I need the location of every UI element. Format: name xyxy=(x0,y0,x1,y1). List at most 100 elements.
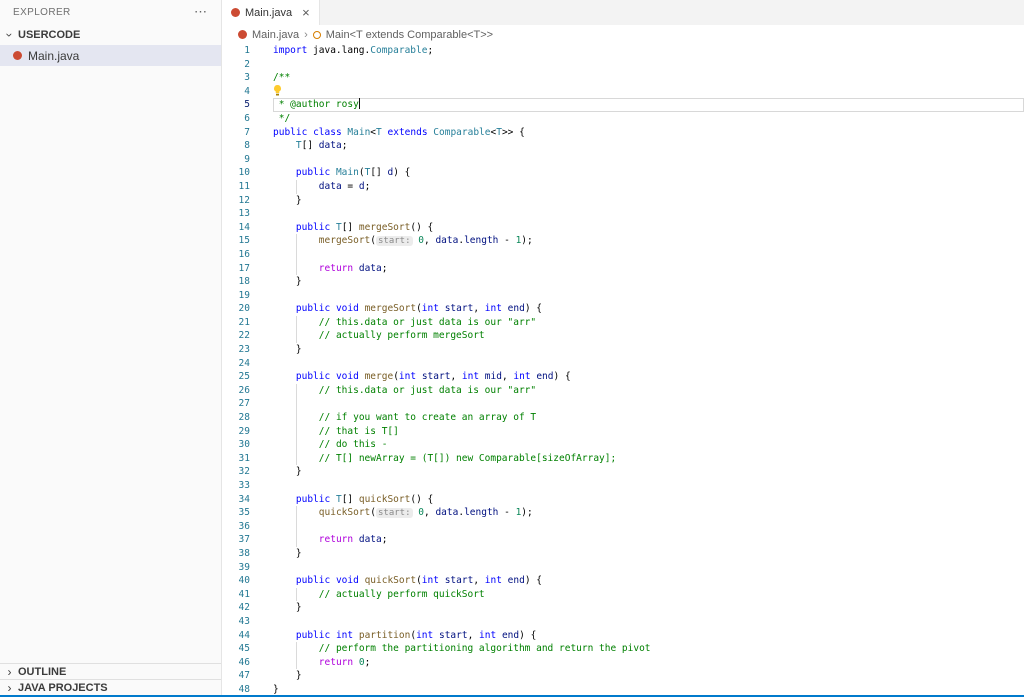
code-line-15[interactable]: 15 mergeSort(start: 0, data.length - 1); xyxy=(222,234,1024,248)
code-line-31[interactable]: 31 // T[] newArray = (T[]) new Comparabl… xyxy=(222,452,1024,466)
code-line-39[interactable]: 39 xyxy=(222,561,1024,575)
code-line-14[interactable]: 14 public T[] mergeSort() { xyxy=(222,221,1024,235)
code-line-38[interactable]: 38 } xyxy=(222,547,1024,561)
code-token: import xyxy=(273,45,307,56)
code-line-7[interactable]: 7public class Main<T extends Comparable<… xyxy=(222,126,1024,140)
code-line-30[interactable]: 30 // do this - xyxy=(222,438,1024,452)
line-content: } xyxy=(273,194,1024,208)
code-line-26[interactable]: 26 // this.data or just data is our "arr… xyxy=(222,384,1024,398)
breadcrumb-symbol[interactable]: Main<T extends Comparable<T>> xyxy=(326,29,493,41)
indent-guide xyxy=(273,221,296,235)
code-line-25[interactable]: 25 public void merge(int start, int mid,… xyxy=(222,370,1024,384)
code-line-42[interactable]: 42 } xyxy=(222,601,1024,615)
lightbulb-icon[interactable] xyxy=(273,85,282,96)
code-line-16[interactable]: 16 xyxy=(222,248,1024,262)
code-line-45[interactable]: 45 // perform the partitioning algorithm… xyxy=(222,642,1024,656)
code-token: } xyxy=(296,548,302,559)
code-line-28[interactable]: 28 // if you want to create an array of … xyxy=(222,411,1024,425)
line-content: // perform the partitioning algorithm an… xyxy=(273,642,1024,656)
code-line-27[interactable]: 27 xyxy=(222,397,1024,411)
code-line-10[interactable]: 10 public Main(T[] d) { xyxy=(222,166,1024,180)
code-line-32[interactable]: 32 } xyxy=(222,465,1024,479)
code-line-22[interactable]: 22 // actually perform mergeSort xyxy=(222,329,1024,343)
sidebar-section-usercode[interactable]: › USERCODE xyxy=(0,24,221,45)
code-token: // perform the partitioning algorithm an… xyxy=(319,643,651,654)
code-line-11[interactable]: 11 data = d; xyxy=(222,180,1024,194)
line-number: 36 xyxy=(222,520,250,534)
code-token: quickSort xyxy=(319,507,370,518)
line-content: // this.data or just data is our "arr" xyxy=(273,384,1024,398)
code-line-33[interactable]: 33 xyxy=(222,479,1024,493)
code-line-20[interactable]: 20 public void mergeSort(int start, int … xyxy=(222,302,1024,316)
code-line-9[interactable]: 9 xyxy=(222,153,1024,167)
sidebar-section-outline[interactable]: › OUTLINE xyxy=(0,663,221,679)
code-token: start xyxy=(439,630,468,641)
code-token: int xyxy=(462,371,479,382)
more-actions-icon[interactable]: ⋯ xyxy=(194,7,207,17)
code-line-12[interactable]: 12 } xyxy=(222,194,1024,208)
line-content xyxy=(273,153,1024,167)
code-line-34[interactable]: 34 public T[] quickSort() { xyxy=(222,493,1024,507)
code-line-8[interactable]: 8 T[] data; xyxy=(222,139,1024,153)
line-number: 3 xyxy=(222,71,250,85)
line-content: public void quickSort(int start, int end… xyxy=(273,574,1024,588)
line-content xyxy=(273,207,1024,221)
code-line-4[interactable]: 4 xyxy=(222,85,1024,99)
line-content: // this.data or just data is our "arr" xyxy=(273,316,1024,330)
code-line-35[interactable]: 35 quickSort(start: 0, data.length - 1); xyxy=(222,506,1024,520)
tab-main-java[interactable]: Main.java × xyxy=(222,0,320,25)
code-line-46[interactable]: 46 return 0; xyxy=(222,656,1024,670)
code-line-40[interactable]: 40 public void quickSort(int start, int … xyxy=(222,574,1024,588)
code-token: class xyxy=(313,127,342,138)
code-line-24[interactable]: 24 xyxy=(222,357,1024,371)
code-line-29[interactable]: 29 // that is T[] xyxy=(222,425,1024,439)
code-line-19[interactable]: 19 xyxy=(222,289,1024,303)
indent-guide xyxy=(273,452,296,466)
code-line-23[interactable]: 23 } xyxy=(222,343,1024,357)
code-line-3[interactable]: 3 /** xyxy=(222,71,1024,85)
indent-guide xyxy=(273,547,296,561)
indent-guide xyxy=(273,357,296,371)
code-token: // this.data or just data is our "arr" xyxy=(319,385,536,396)
code-line-44[interactable]: 44 public int partition(int start, int e… xyxy=(222,629,1024,643)
code-token: data xyxy=(319,181,342,192)
indent-guide xyxy=(273,493,296,507)
line-number: 22 xyxy=(222,329,250,343)
code-token: ; xyxy=(382,263,388,274)
code-line-6[interactable]: 6 */ xyxy=(222,112,1024,126)
chevron-down-icon: › xyxy=(3,28,17,41)
code-line-37[interactable]: 37 return data; xyxy=(222,533,1024,547)
line-number: 43 xyxy=(222,615,250,629)
sidebar-section-java-projects[interactable]: › JAVA PROJECTS xyxy=(0,679,221,695)
indent-guide xyxy=(273,533,296,547)
code-line-36[interactable]: 36 xyxy=(222,520,1024,534)
code-token: () { xyxy=(410,494,433,505)
file-item-main-java[interactable]: Main.java xyxy=(0,45,221,66)
line-content: public T[] quickSort() { xyxy=(273,493,1024,507)
code-line-21[interactable]: 21 // this.data or just data is our "arr… xyxy=(222,316,1024,330)
code-token: end xyxy=(502,630,519,641)
line-content xyxy=(273,520,1024,534)
code-line-1[interactable]: 1import java.lang.Comparable; xyxy=(222,44,1024,58)
indent-guide xyxy=(273,438,296,452)
line-content: /** xyxy=(273,71,1024,85)
indent-guide xyxy=(296,316,319,330)
code-line-5[interactable]: 5 * @author rosy xyxy=(222,98,1024,112)
code-line-43[interactable]: 43 xyxy=(222,615,1024,629)
indent-guide xyxy=(273,574,296,588)
code-line-13[interactable]: 13 xyxy=(222,207,1024,221)
code-line-41[interactable]: 41 // actually perform quickSort xyxy=(222,588,1024,602)
code-line-2[interactable]: 2 xyxy=(222,58,1024,72)
code-area[interactable]: 1import java.lang.Comparable;23/**45 * @… xyxy=(222,44,1024,697)
close-tab-icon[interactable]: × xyxy=(302,7,310,18)
code-line-47[interactable]: 47 } xyxy=(222,669,1024,683)
line-number: 23 xyxy=(222,343,250,357)
breadcrumb-file[interactable]: Main.java xyxy=(252,29,299,41)
code-line-18[interactable]: 18 } xyxy=(222,275,1024,289)
line-content: data = d; xyxy=(273,180,1024,194)
line-number: 40 xyxy=(222,574,250,588)
code-line-17[interactable]: 17 return data; xyxy=(222,262,1024,276)
code-token: quickSort xyxy=(365,575,416,586)
code-token: data xyxy=(435,507,458,518)
code-token: ) { xyxy=(554,371,571,382)
